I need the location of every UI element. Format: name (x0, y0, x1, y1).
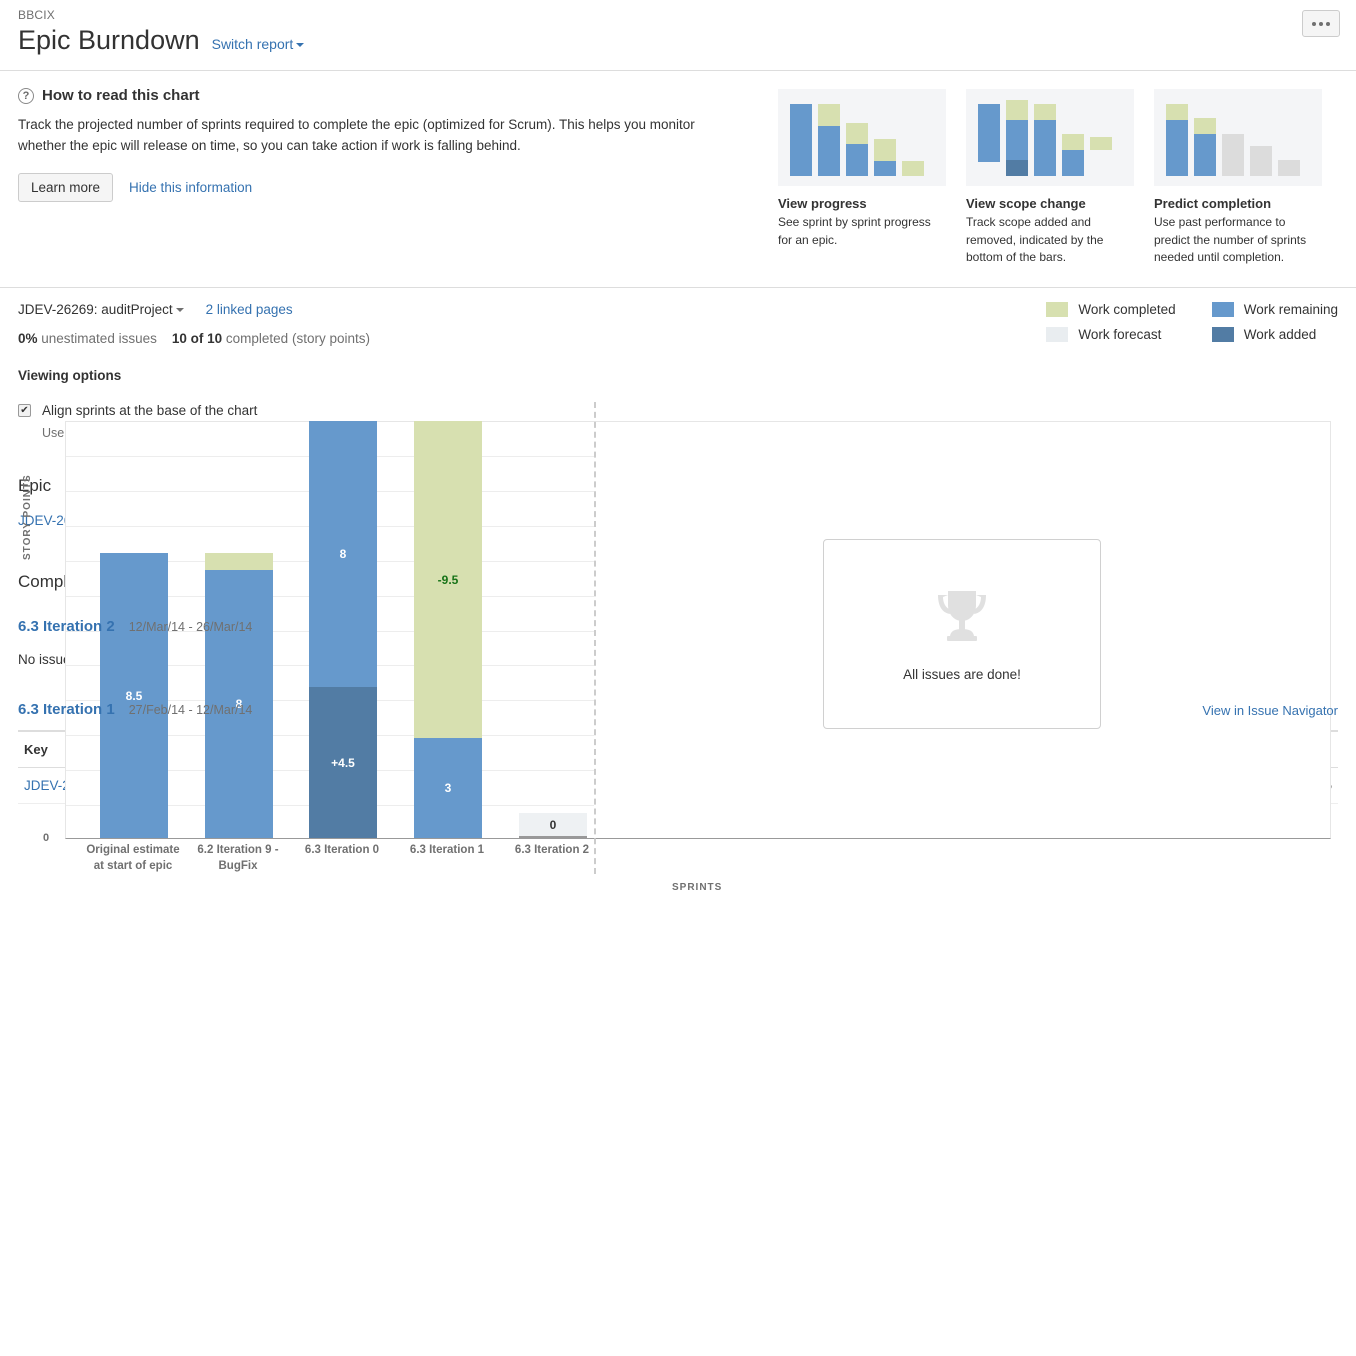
bar-segment-remaining: 8.5 (100, 553, 168, 838)
bar-segment-completed: -9.5 (414, 421, 482, 738)
thumbnail-predict-completion: Predict completion Use past performance … (1154, 89, 1322, 266)
sprint-header: 6.3 Iteration 1 27/Feb/14 - 12/Mar/14 Vi… (18, 701, 1338, 718)
y-axis-label: STORY POINTS (22, 474, 33, 560)
page-title: Epic Burndown (18, 25, 200, 55)
sprint-name-link[interactable]: 6.3 Iteration 1 (18, 701, 115, 718)
align-sprints-label: Align sprints at the base of the chart (42, 402, 258, 418)
epic-selector-bar: JDEV-26269: auditProject 2 linked pages … (0, 288, 1356, 346)
align-sprints-option[interactable]: ✔ Align sprints at the base of the chart (18, 403, 1338, 418)
legend-label: Work forecast (1078, 326, 1162, 342)
legend-swatch (1211, 301, 1234, 317)
chart-bar[interactable]: 8.5 (100, 553, 168, 838)
title-row: Epic Burndown Switch report (18, 24, 1338, 56)
legend-item-work-added: Work added (1211, 326, 1338, 342)
legend-swatch (1046, 326, 1069, 342)
x-axis-label-item: 6.3 Iteration 0 (304, 844, 380, 856)
breadcrumb: BBCIX (18, 8, 56, 22)
chart-legend: Work completed Work remaining Work forec… (1046, 301, 1338, 342)
bar-segment-completed (205, 553, 273, 570)
legend-label: Work remaining (1243, 301, 1338, 317)
completed-count: 10 of 10 (171, 330, 223, 346)
legend-swatch (1046, 301, 1069, 317)
x-axis-label-item: 6.2 Iteration 9 - BugFix (197, 844, 279, 872)
sprint-name-link[interactable]: 6.3 Iteration 2 (18, 618, 115, 635)
help-thumbnails: View progress See sprint by sprint progr… (778, 87, 1322, 266)
sprint-dates: 27/Feb/14 - 12/Mar/14 (128, 702, 253, 717)
legend-item-work-forecast: Work forecast (1046, 326, 1175, 342)
legend-item-work-remaining: Work remaining (1211, 301, 1338, 317)
help-text-block: ? How to read this chart Track the proje… (18, 87, 778, 266)
bar-segment-remaining: 8 (309, 421, 377, 687)
legend-label: Work added (1243, 326, 1317, 342)
bar-segment-label: 0 (549, 817, 557, 832)
trophy-icon (938, 590, 986, 641)
thumbnail-heading: View progress (778, 196, 867, 212)
help-actions: Learn more Hide this information (18, 173, 758, 203)
completed-label: completed (story points) (225, 330, 370, 346)
help-title-row: ? How to read this chart (18, 87, 758, 104)
bar-segment-remaining: 3 (414, 738, 482, 838)
bar-segment-label: +4.5 (331, 755, 355, 770)
help-title: How to read this chart (42, 87, 200, 105)
thumbnail-view-scope-change: View scope change Track scope added and … (966, 89, 1134, 266)
bar-segment-empty: 0 (519, 813, 587, 838)
x-axis-label-item: Original estimate at start of epic (86, 844, 180, 872)
ellipsis-icon (1319, 21, 1323, 26)
learn-more-button[interactable]: Learn more (18, 173, 114, 203)
view-in-issue-navigator-link[interactable]: View in Issue Navigator (1202, 703, 1338, 718)
thumbnail-chart-image (778, 89, 946, 187)
chevron-down-icon (175, 308, 184, 312)
bar-segment-label: 8 (339, 547, 347, 561)
ellipsis-icon (1326, 21, 1330, 26)
viewing-options-title: Viewing options (18, 367, 122, 383)
how-to-read-panel: ? How to read this chart Track the proje… (0, 71, 1356, 288)
chart-bar[interactable]: 0 (519, 813, 587, 838)
more-actions-button[interactable] (1302, 10, 1340, 37)
ellipsis-icon (1312, 21, 1316, 26)
question-mark-icon: ? (18, 87, 34, 104)
unestimated-percent: 0% (18, 330, 38, 346)
thumbnail-text: Track scope added and removed, indicated… (966, 215, 1104, 265)
sprint-header: 6.3 Iteration 2 12/Mar/14 - 26/Mar/14 (18, 618, 1338, 635)
forecast-divider (594, 402, 596, 874)
hide-information-link[interactable]: Hide this information (129, 180, 252, 195)
thumbnail-heading: Predict completion (1154, 196, 1272, 212)
y-axis-tick-0: 0 (43, 832, 50, 844)
thumbnail-chart-image (1154, 89, 1322, 187)
align-sprints-checkbox[interactable]: ✔ (18, 403, 31, 417)
linked-pages-link[interactable]: 2 linked pages (206, 302, 293, 317)
sprint-dates: 12/Mar/14 - 26/Mar/14 (128, 619, 253, 634)
bar-segment-label: 3 (444, 781, 452, 795)
chart-bar[interactable]: 8 (205, 553, 273, 838)
x-axis-title: SPRINTS (672, 882, 723, 893)
thumbnail-heading: View scope change (966, 196, 1086, 212)
page-header: BBCIX Epic Burndown Switch report (0, 0, 1356, 72)
all-issues-done-text: All issues are done! (903, 666, 1021, 682)
x-axis-label-item: 6.3 Iteration 2 (514, 844, 590, 856)
thumbnail-view-progress: View progress See sprint by sprint progr… (778, 89, 946, 266)
chevron-down-icon (296, 43, 305, 48)
epic-dropdown[interactable]: JDEV-26269: auditProject (18, 302, 184, 317)
legend-swatch (1211, 326, 1234, 342)
thumbnail-chart-image (966, 89, 1134, 187)
legend-label: Work completed (1078, 301, 1176, 317)
epic-dropdown-label: JDEV-26269: auditProject (18, 301, 173, 317)
x-axis-label-item: 6.3 Iteration 1 (409, 844, 485, 856)
legend-item-work-completed: Work completed (1046, 301, 1176, 317)
unestimated-label: unestimated issues (41, 330, 157, 346)
help-body-text: Track the projected number of sprints re… (18, 117, 695, 154)
thumbnail-text: See sprint by sprint progress for an epi… (778, 215, 931, 247)
switch-report-label: Switch report (211, 36, 294, 52)
switch-report-dropdown[interactable]: Switch report (212, 36, 305, 52)
bar-segment-label: -9.5 (437, 572, 459, 587)
thumbnail-text: Use past performance to predict the numb… (1154, 215, 1307, 265)
x-axis-labels: Original estimate at start of epic 6.2 I… (65, 843, 593, 893)
